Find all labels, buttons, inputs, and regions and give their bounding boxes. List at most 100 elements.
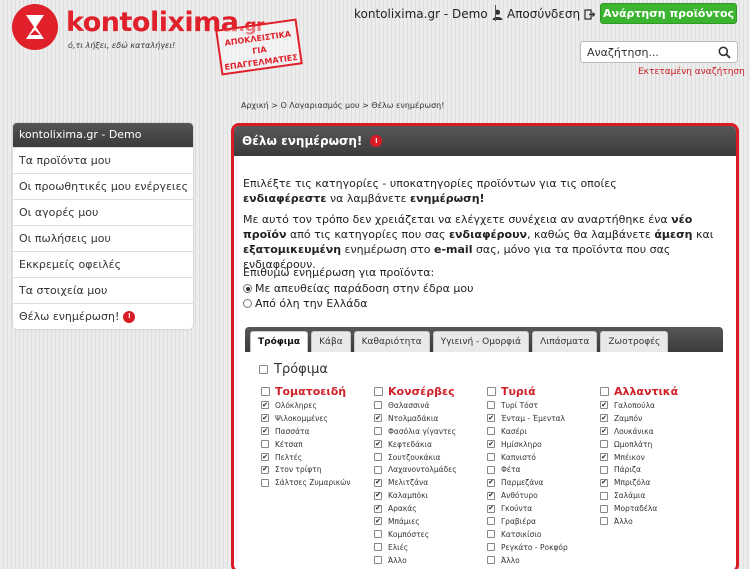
subcategory-option[interactable]: ✔ Αρακάς xyxy=(374,502,494,515)
food-all-checkbox[interactable] xyxy=(259,365,268,374)
category-heading[interactable]: Κονσέρβες xyxy=(374,383,494,399)
sidebar-item-sales[interactable]: Οι πωλήσεις μου xyxy=(13,225,193,251)
subcategory-option[interactable]: ✔ Ανθότυρο xyxy=(487,489,607,502)
subcategory-checkbox[interactable] xyxy=(600,491,608,500)
subcategory-checkbox[interactable] xyxy=(374,530,382,539)
subcategory-option[interactable]: ✔ Ντολμαδάκια xyxy=(374,412,494,425)
breadcrumb[interactable]: Αρχική > Ο Λογαριασμός μου > Θέλω ενημέρ… xyxy=(241,101,444,110)
subcategory-option[interactable]: Ωμοπλάτη xyxy=(600,438,720,451)
subcategory-option[interactable]: Άλλο xyxy=(600,515,720,528)
subcategory-checkbox[interactable]: ✔ xyxy=(374,440,382,449)
tab-fertilizers[interactable]: Λιπάσματα xyxy=(532,331,598,352)
logout-link[interactable]: Αποσύνδεση xyxy=(507,7,596,21)
subcategory-option[interactable]: Φέτα xyxy=(487,463,607,476)
subcategory-option[interactable]: Γραβιέρα xyxy=(487,515,607,528)
sidebar-item-my-products[interactable]: Τα προϊόντα μου xyxy=(13,147,193,173)
subcategory-option[interactable]: ✔ Πελτές xyxy=(261,451,381,464)
subcategory-checkbox[interactable] xyxy=(487,401,495,410)
sidebar-item-purchases[interactable]: Οι αγορές μου xyxy=(13,199,193,225)
subcategory-checkbox[interactable]: ✔ xyxy=(600,427,608,436)
subcategory-checkbox[interactable]: ✔ xyxy=(374,414,382,423)
subcategory-checkbox[interactable] xyxy=(600,440,608,449)
search-icon[interactable] xyxy=(718,46,731,59)
subcategory-option[interactable]: Κασέρι xyxy=(487,425,607,438)
subcategory-checkbox[interactable] xyxy=(600,517,608,526)
subcategory-checkbox[interactable] xyxy=(600,465,608,474)
subcategory-option[interactable]: Τυρί Τόστ xyxy=(487,399,607,412)
subcategory-checkbox[interactable] xyxy=(261,440,269,449)
subcategory-checkbox[interactable]: ✔ xyxy=(374,517,382,526)
subcategory-option[interactable]: Άλλο xyxy=(374,554,494,567)
subcategory-checkbox[interactable]: ✔ xyxy=(261,401,269,410)
subcategory-option[interactable]: ✔ Γκούντα xyxy=(487,502,607,515)
sidebar-item-pending-payments[interactable]: Εκκρεμείς οφειλές xyxy=(13,251,193,277)
subcategory-option[interactable]: ✔ Μελιτζάνα xyxy=(374,476,494,489)
subcategory-option[interactable]: Ελιές xyxy=(374,541,494,554)
search-input[interactable] xyxy=(587,45,715,60)
subcategory-checkbox[interactable] xyxy=(487,465,495,474)
subcategory-checkbox[interactable]: ✔ xyxy=(261,465,269,474)
subcategory-checkbox[interactable]: ✔ xyxy=(374,478,382,487)
subcategory-option[interactable]: ✔ Παρμεζάνα xyxy=(487,476,607,489)
post-product-button[interactable]: Ανάρτηση προϊόντος xyxy=(600,3,737,24)
subcategory-option[interactable]: ✔ Μπέικον xyxy=(600,451,720,464)
tab-animal-feed[interactable]: Ζωοτροφές xyxy=(600,331,669,352)
subcategory-option[interactable]: Σαλάμια xyxy=(600,489,720,502)
subcategory-option[interactable]: Ρεγκάτο - Ροκφόρ xyxy=(487,541,607,554)
subcategory-checkbox[interactable] xyxy=(487,517,495,526)
subcategory-checkbox[interactable] xyxy=(374,453,382,461)
subcategory-checkbox[interactable]: ✔ xyxy=(600,414,608,423)
subcategory-option[interactable]: ✔ Μπριζόλα xyxy=(600,476,720,489)
subcategory-option[interactable]: ✔ Μπάμιες xyxy=(374,515,494,528)
radio-button[interactable] xyxy=(243,284,252,293)
subcategory-checkbox[interactable]: ✔ xyxy=(374,504,382,513)
category-heading[interactable]: Τοματοειδή xyxy=(261,383,381,399)
subcategory-option[interactable]: Σάλτσες Ζυμαρικών xyxy=(261,476,381,489)
category-checkbox[interactable] xyxy=(374,386,383,396)
subcategory-checkbox[interactable] xyxy=(487,530,495,539)
subcategory-checkbox[interactable]: ✔ xyxy=(487,478,495,487)
subcategory-checkbox[interactable]: ✔ xyxy=(487,491,495,500)
subcategory-checkbox[interactable]: ✔ xyxy=(487,504,495,513)
subcategory-checkbox[interactable] xyxy=(374,465,382,474)
subcategory-option[interactable]: ✔ Πασσάτα xyxy=(261,425,381,438)
subcategory-option[interactable]: Σουτζουκάκια xyxy=(374,451,494,464)
subcategory-option[interactable]: ✔ Γαλοπούλα xyxy=(600,399,720,412)
subcategory-option[interactable]: ✔ Ημίσκληρο xyxy=(487,438,607,451)
category-checkbox[interactable] xyxy=(600,386,609,396)
advanced-search-link[interactable]: Εκτεταμένη αναζήτηση xyxy=(638,67,745,77)
radio-all-greece[interactable]: Από όλη την Ελλάδα xyxy=(243,297,368,310)
subcategory-checkbox[interactable]: ✔ xyxy=(600,401,608,410)
subcategory-option[interactable]: Κέτσαπ xyxy=(261,438,381,451)
category-heading[interactable]: Τυριά xyxy=(487,383,607,399)
subcategory-option[interactable]: ✔ Στον τρίφτη xyxy=(261,463,381,476)
tab-food[interactable]: Τρόφιμα xyxy=(250,331,309,352)
subcategory-checkbox[interactable]: ✔ xyxy=(487,440,495,449)
sidebar-item-notifications[interactable]: Θέλω ενημέρωση!! xyxy=(13,303,193,329)
user-menu[interactable]: kontolixima.gr - Demo xyxy=(354,7,503,21)
category-heading[interactable]: Αλλαντικά xyxy=(600,383,720,399)
tab-cava[interactable]: Κάβα xyxy=(311,331,351,352)
subcategory-checkbox[interactable]: ✔ xyxy=(261,414,269,423)
subcategory-option[interactable]: ✔ Ένταμ - Έμενταλ xyxy=(487,412,607,425)
subcategory-checkbox[interactable] xyxy=(487,427,495,436)
subcategory-option[interactable]: ✔ Λουκάνικα xyxy=(600,425,720,438)
subcategory-option[interactable]: Κομπόστες xyxy=(374,528,494,541)
subcategory-option[interactable]: ✔ Ψιλοκομμένες xyxy=(261,412,381,425)
subcategory-checkbox[interactable] xyxy=(600,504,608,513)
subcategory-checkbox[interactable]: ✔ xyxy=(261,427,269,436)
subcategory-option[interactable]: ✔ Ολόκληρες xyxy=(261,399,381,412)
subcategory-option[interactable]: Φασόλια γίγαντες xyxy=(374,425,494,438)
tab-health-beauty[interactable]: Υγιεινή - Ομορφιά xyxy=(432,331,530,352)
category-checkbox[interactable] xyxy=(261,386,270,396)
subcategory-option[interactable]: ✔ Κεφτεδάκια xyxy=(374,438,494,451)
subcategory-checkbox[interactable] xyxy=(374,401,382,410)
subcategory-checkbox[interactable]: ✔ xyxy=(600,453,608,461)
subcategory-checkbox[interactable]: ✔ xyxy=(487,414,495,423)
radio-direct-delivery[interactable]: Με απευθείας παράδοση στην έδρα μου xyxy=(243,282,473,295)
category-checkbox[interactable] xyxy=(487,386,496,396)
subcategory-checkbox[interactable] xyxy=(487,453,495,461)
subcategory-option[interactable]: ✔ Ζαμπόν xyxy=(600,412,720,425)
subcategory-checkbox[interactable] xyxy=(261,478,269,487)
sidebar-item-promotions[interactable]: Οι προωθητικές μου ενέργειες xyxy=(13,173,193,199)
